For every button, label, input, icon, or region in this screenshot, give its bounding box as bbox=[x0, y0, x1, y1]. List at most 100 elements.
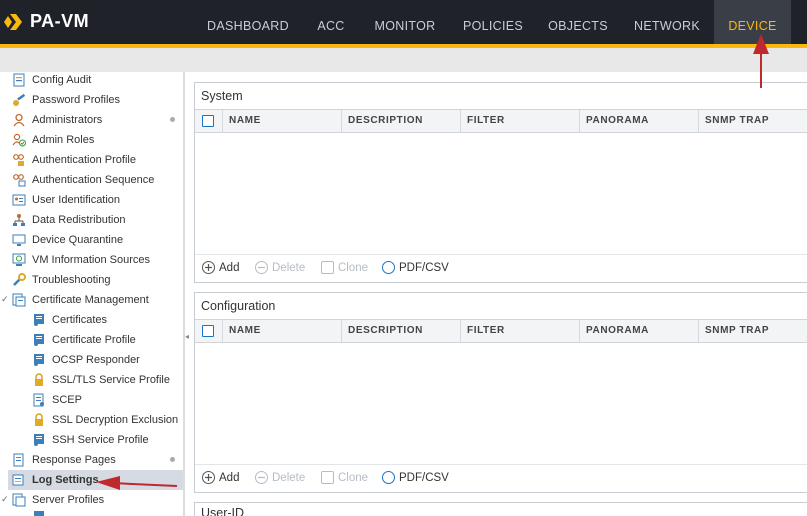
tab-acc[interactable]: ACC bbox=[306, 0, 356, 44]
sidebar-item-ssh-service-profile[interactable]: SSH Service Profile bbox=[32, 430, 149, 450]
sidebar-item-certificate-profile[interactable]: Certificate Profile bbox=[32, 330, 136, 350]
delete-icon bbox=[255, 261, 268, 274]
delete-label: Delete bbox=[272, 471, 306, 484]
table-header: NAME DESCRIPTION FILTER PANORAMA SNMP TR… bbox=[195, 319, 807, 343]
add-label: Add bbox=[219, 471, 240, 484]
table-header: NAME DESCRIPTION FILTER PANORAMA SNMP TR… bbox=[195, 109, 807, 133]
add-label: Add bbox=[219, 261, 240, 274]
chevron-down-icon[interactable]: ✓ bbox=[1, 294, 9, 305]
tab-policies[interactable]: POLICIES bbox=[458, 0, 528, 44]
sidebar-item-ssl-decryption-exclusion[interactable]: SSL Decryption Exclusion bbox=[32, 410, 178, 430]
key-icon bbox=[13, 93, 26, 106]
sidebar-item-config-audit[interactable]: Config Audit bbox=[12, 72, 91, 90]
certificate-folder-icon bbox=[12, 293, 26, 307]
certificate-icon bbox=[34, 334, 44, 346]
sidebar-item-server-profiles[interactable]: Server Profiles bbox=[12, 490, 104, 510]
sidebar-item-device-quarantine[interactable]: Device Quarantine bbox=[12, 230, 123, 250]
tab-dashboard[interactable]: DASHBOARD bbox=[198, 0, 298, 44]
panel-toolbar: Add Delete Clone PDF/CSV bbox=[195, 464, 807, 490]
sidebar-item-administrators[interactable]: Administrators bbox=[12, 110, 102, 130]
vm-icon bbox=[12, 253, 26, 266]
column-header-description[interactable]: DESCRIPTION bbox=[341, 110, 460, 132]
sidebar-item-data-redistribution[interactable]: Data Redistribution bbox=[12, 210, 126, 230]
sidebar-item-vm-information-sources[interactable]: VM Information Sources bbox=[12, 250, 150, 270]
delete-icon bbox=[255, 471, 268, 484]
sidebar-item-label: Certificates bbox=[52, 314, 108, 326]
sidebar-item-ssl-tls-service-profile[interactable]: SSL/TLS Service Profile bbox=[32, 370, 170, 390]
document-icon bbox=[13, 453, 24, 467]
tab-objects[interactable]: OBJECTS bbox=[543, 0, 613, 44]
clone-button[interactable]: Clone bbox=[321, 261, 368, 274]
sidebar-item-label: Troubleshooting bbox=[32, 274, 111, 286]
delete-button[interactable]: Delete bbox=[255, 261, 305, 274]
sidebar-item-label: Log Settings bbox=[32, 474, 99, 486]
sidebar-item-troubleshooting[interactable]: Troubleshooting bbox=[12, 270, 110, 290]
pdf-csv-icon bbox=[382, 471, 395, 484]
delete-button[interactable]: Delete bbox=[255, 471, 305, 484]
paloalto-logo-icon bbox=[4, 13, 22, 30]
sidebar-item-authentication-profile[interactable]: Authentication Profile bbox=[12, 150, 136, 170]
certificate-icon bbox=[34, 354, 44, 366]
column-header-description[interactable]: DESCRIPTION bbox=[341, 320, 460, 342]
column-header-filter[interactable]: FILTER bbox=[460, 110, 579, 132]
user-id-log-panel: User-ID bbox=[194, 502, 807, 516]
tab-monitor[interactable]: MONITOR bbox=[368, 0, 442, 44]
add-button[interactable]: Add bbox=[202, 261, 239, 274]
sidebar-item-label: Certificate Profile bbox=[52, 334, 136, 346]
select-all-checkbox[interactable] bbox=[202, 115, 214, 127]
app-logo[interactable]: PA-VM bbox=[4, 11, 89, 32]
sidebar-item-response-pages[interactable]: Response Pages bbox=[12, 450, 116, 470]
sidebar-item-authentication-sequence[interactable]: Authentication Sequence bbox=[12, 170, 154, 190]
log-settings-icon bbox=[12, 474, 24, 486]
tab-network[interactable]: NETWORK bbox=[627, 0, 707, 44]
column-header-snmp-trap[interactable]: SNMP TRAP bbox=[698, 320, 807, 342]
monitor-icon bbox=[12, 234, 26, 246]
clone-icon bbox=[321, 471, 334, 484]
sidebar-item-admin-roles[interactable]: Admin Roles bbox=[12, 130, 94, 150]
pdf-csv-button[interactable]: PDF/CSV bbox=[382, 261, 449, 274]
panel-title: System bbox=[195, 83, 807, 109]
column-header-snmp-trap[interactable]: SNMP TRAP bbox=[698, 110, 807, 132]
panel-title: Configuration bbox=[195, 293, 807, 319]
sidebar-item-label: Server Profiles bbox=[32, 494, 105, 506]
panel-toolbar: Add Delete Clone PDF/CSV bbox=[195, 254, 807, 280]
add-button[interactable]: Add bbox=[202, 471, 239, 484]
sidebar-item-label: SSL Decryption Exclusion bbox=[52, 414, 179, 426]
sidebar-item-label: Response Pages bbox=[32, 454, 116, 466]
sidebar-item-ocsp-responder[interactable]: OCSP Responder bbox=[32, 350, 140, 370]
top-navigation-bar: PA-VM DASHBOARD ACC MONITOR POLICIES OBJ… bbox=[0, 0, 807, 48]
status-dot bbox=[170, 457, 175, 462]
sidebar-item-label: Config Audit bbox=[32, 74, 92, 86]
pdf-csv-label: PDF/CSV bbox=[399, 471, 449, 484]
column-header-name[interactable]: NAME bbox=[222, 320, 341, 342]
sidebar-item-label: SSH Service Profile bbox=[52, 434, 149, 446]
sidebar-item-certificate-management[interactable]: Certificate Management bbox=[12, 290, 149, 310]
sub-toolbar bbox=[0, 48, 807, 72]
sidebar-item-log-settings[interactable]: Log Settings bbox=[8, 470, 183, 490]
sidebar-item-label: Authentication Profile bbox=[32, 154, 136, 166]
clone-label: Clone bbox=[338, 261, 369, 274]
sidebar-item-certificates[interactable]: Certificates bbox=[32, 310, 107, 330]
clone-button[interactable]: Clone bbox=[321, 471, 368, 484]
panel-title: User-ID bbox=[195, 503, 807, 516]
certificate-icon bbox=[34, 434, 44, 446]
sidebar-item-label: SSL/TLS Service Profile bbox=[52, 374, 170, 386]
status-dot bbox=[170, 117, 175, 122]
column-header-panorama[interactable]: PANORAMA bbox=[579, 110, 698, 132]
column-header-name[interactable]: NAME bbox=[222, 110, 341, 132]
config-audit-icon bbox=[13, 73, 25, 87]
select-all-checkbox[interactable] bbox=[202, 325, 214, 337]
column-header-panorama[interactable]: PANORAMA bbox=[579, 320, 698, 342]
tab-device[interactable]: DEVICE bbox=[714, 0, 791, 44]
sidebar-item-user-identification[interactable]: User Identification bbox=[12, 190, 120, 210]
sidebar-item-password-profiles[interactable]: Password Profiles bbox=[12, 90, 120, 110]
sidebar-item-label: Admin Roles bbox=[32, 134, 95, 146]
chevron-down-icon[interactable]: ✓ bbox=[1, 494, 9, 505]
lock-icon bbox=[35, 373, 43, 386]
certificate-icon bbox=[34, 511, 44, 516]
column-header-filter[interactable]: FILTER bbox=[460, 320, 579, 342]
sidebar-item-scep[interactable]: SCEP bbox=[32, 390, 82, 410]
pdf-csv-button[interactable]: PDF/CSV bbox=[382, 471, 449, 484]
sidebar-splitter[interactable] bbox=[184, 72, 194, 516]
chevron-left-icon[interactable]: ◂ bbox=[185, 332, 189, 341]
